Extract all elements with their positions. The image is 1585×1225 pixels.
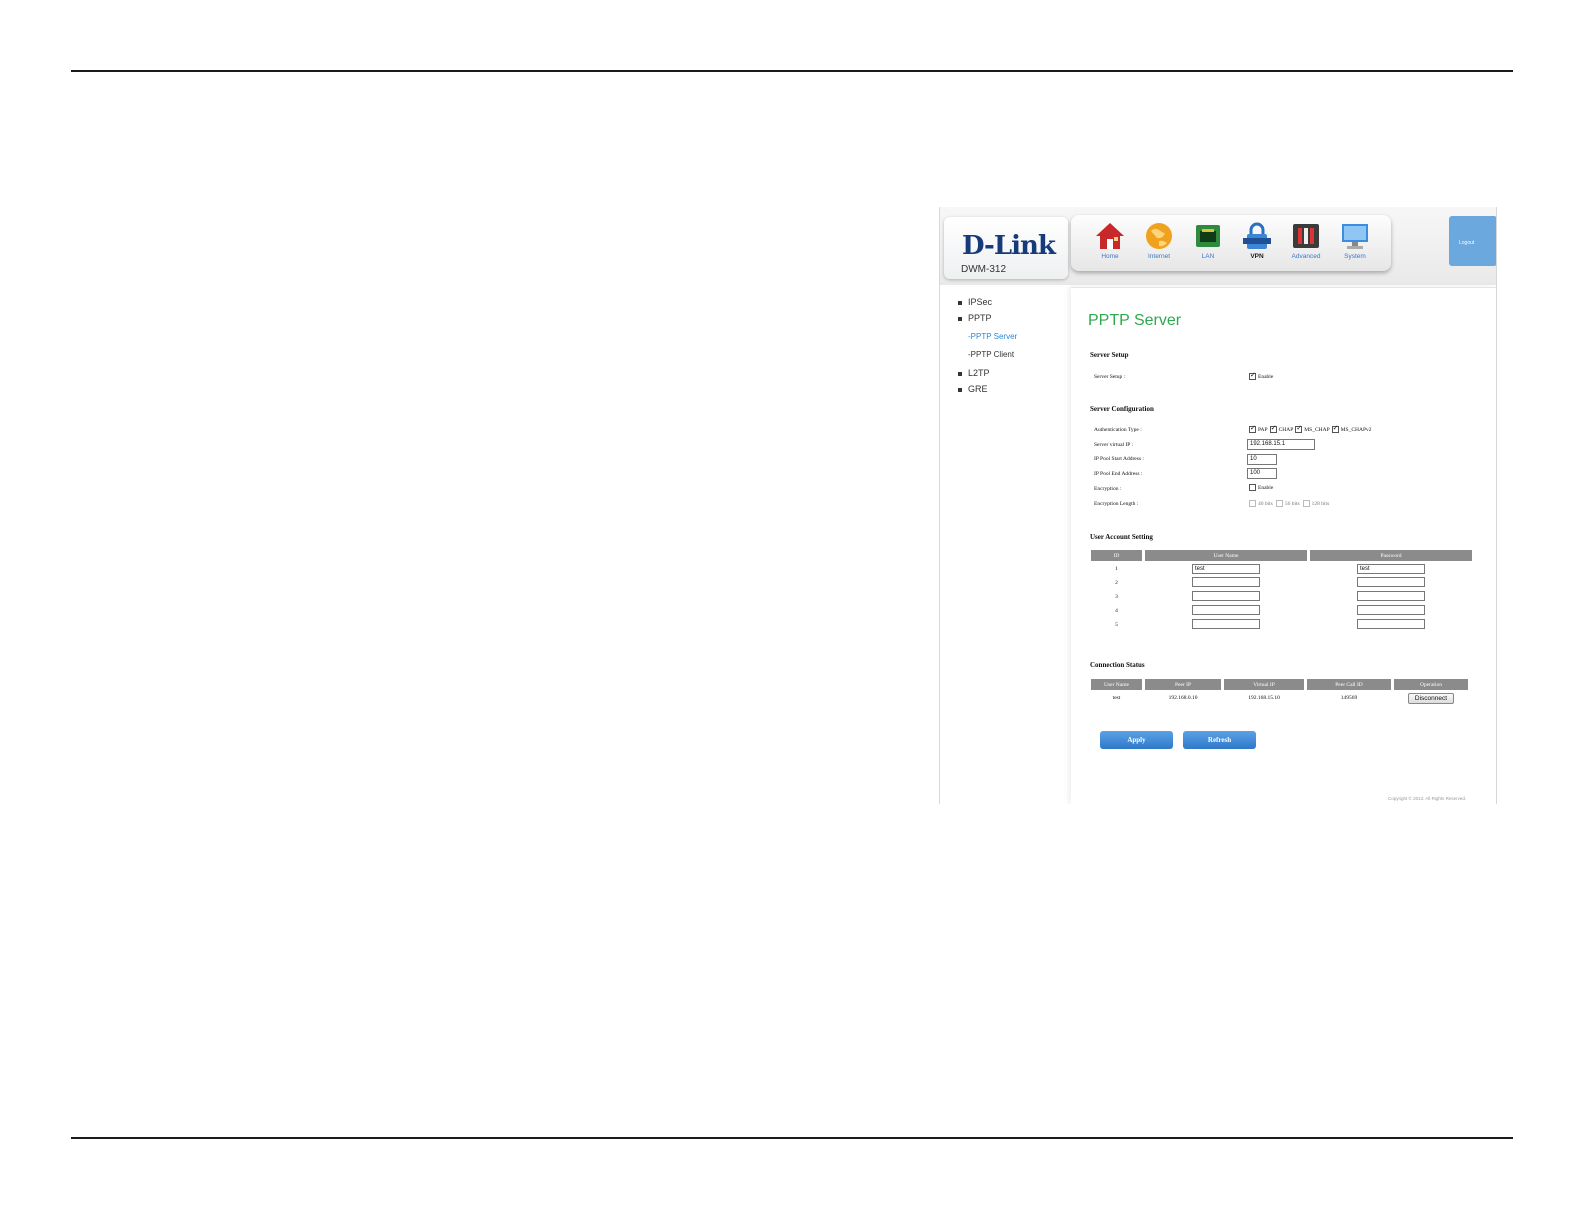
- server-setup-label: Server Setup :: [1094, 374, 1126, 380]
- ethernet-port-icon: [1192, 221, 1224, 251]
- user-name-input[interactable]: [1192, 577, 1260, 587]
- nav-vpn[interactable]: VPN: [1233, 221, 1281, 267]
- password-input[interactable]: [1357, 591, 1425, 601]
- monitor-icon: [1339, 221, 1371, 251]
- table-row: 5: [1091, 619, 1472, 631]
- user-name-input[interactable]: [1192, 619, 1260, 629]
- top-rule: [71, 70, 1513, 72]
- nav-advanced[interactable]: Advanced: [1282, 221, 1330, 267]
- enc-length-options: 40 bits 56 bits 128 bits: [1249, 500, 1329, 507]
- password-input[interactable]: [1357, 619, 1425, 629]
- nav-home[interactable]: Home: [1086, 221, 1134, 267]
- col-status-user: User Name: [1091, 679, 1142, 690]
- sidebar-item-pptp-client[interactable]: -PPTP Client: [968, 350, 1014, 359]
- encryption-checkbox[interactable]: [1249, 484, 1256, 491]
- col-id: ID: [1091, 550, 1142, 561]
- 40bit-checkbox[interactable]: [1249, 500, 1256, 507]
- table-row: test 192.168.0.10 192.168.15.10 149569 D…: [1091, 692, 1468, 704]
- enc-length-label: Encryption Length :: [1094, 501, 1139, 507]
- col-peer-call-id: Peer Call ID: [1307, 679, 1391, 690]
- sidebar-item-ipsec[interactable]: IPSec: [958, 297, 992, 307]
- encryption-enable: Enable: [1249, 484, 1273, 491]
- section-user-accounts: User Account Setting: [1090, 533, 1153, 541]
- sidebar-item-l2tp[interactable]: L2TP: [958, 368, 990, 378]
- col-user-name: User Name: [1145, 550, 1307, 561]
- copyright: Copyright © 2013. All Rights Reserved.: [1388, 796, 1467, 801]
- nav-internet[interactable]: Internet: [1135, 221, 1183, 267]
- disconnect-button[interactable]: Disconnect: [1407, 692, 1455, 704]
- col-operation: Operation: [1394, 679, 1468, 690]
- user-name-input[interactable]: [1192, 591, 1260, 601]
- refresh-button[interactable]: Refresh: [1183, 731, 1256, 749]
- nav-lan[interactable]: LAN: [1184, 221, 1232, 267]
- table-row: 2: [1091, 577, 1472, 589]
- connection-status-table: User Name Peer IP Virtual IP Peer Call I…: [1088, 677, 1471, 706]
- virtual-ip-label: Server virtual IP :: [1094, 442, 1134, 448]
- dlink-logo: D-Link: [962, 231, 1056, 261]
- table-row: 3: [1091, 591, 1472, 603]
- server-virtual-ip-input[interactable]: 192.168.15.1: [1247, 439, 1315, 450]
- sidebar-item-pptp[interactable]: PPTP: [958, 313, 992, 323]
- nav-system[interactable]: System: [1331, 221, 1379, 267]
- bullet-icon: [958, 371, 962, 376]
- globe-icon: [1143, 221, 1175, 251]
- logo-panel: D-Link DWM-312: [944, 217, 1068, 279]
- table-row: 4: [1091, 605, 1472, 617]
- section-server-config: Server Configuration: [1090, 405, 1154, 413]
- sidebar-item-gre[interactable]: GRE: [958, 384, 988, 394]
- apply-button[interactable]: Apply: [1100, 731, 1173, 749]
- section-server-setup: Server Setup: [1090, 351, 1129, 359]
- col-peer-ip: Peer IP: [1145, 679, 1221, 690]
- bullet-icon: [958, 316, 962, 321]
- router-ui-screenshot: D-Link DWM-312 Home Internet LAN VPN Adv…: [939, 207, 1497, 804]
- bullet-icon: [958, 300, 962, 305]
- padlock-icon: [1241, 221, 1273, 251]
- password-input[interactable]: test: [1357, 564, 1425, 574]
- house-icon: [1094, 221, 1126, 251]
- table-row: 1 test test: [1091, 563, 1472, 575]
- ms-chapv2-checkbox[interactable]: [1331, 424, 1339, 433]
- sidebar-item-pptp-server[interactable]: -PPTP Server: [968, 332, 1017, 341]
- logout-button[interactable]: Logout: [1449, 216, 1496, 266]
- model-name: DWM-312: [961, 264, 1007, 275]
- col-password: Password: [1310, 550, 1472, 561]
- tools-icon: [1290, 221, 1322, 251]
- page-title: PPTP Server: [1088, 312, 1182, 329]
- chap-checkbox[interactable]: [1269, 424, 1277, 433]
- pap-checkbox[interactable]: [1249, 424, 1256, 433]
- pool-end-input[interactable]: 100: [1247, 468, 1277, 479]
- server-setup-enable: Enable: [1249, 371, 1273, 380]
- top-nav: Home Internet LAN VPN Advanced System: [1071, 215, 1391, 271]
- bottom-rule: [71, 1137, 1513, 1139]
- pool-start-input[interactable]: 10: [1247, 454, 1277, 465]
- ms-chap-checkbox[interactable]: [1295, 424, 1303, 433]
- content-panel: PPTP Server Server Setup Server Setup : …: [1071, 287, 1496, 804]
- pool-end-label: IP Pool End Address :: [1094, 471, 1143, 477]
- auth-type-options: PAP CHAP MS_CHAP MS_CHAPv2: [1249, 424, 1372, 433]
- user-account-table: ID User Name Password 1 test test 2 3 4 …: [1088, 548, 1475, 633]
- pool-start-label: IP Pool Start Address :: [1094, 456, 1144, 462]
- encryption-label: Encryption :: [1094, 486, 1122, 492]
- 56bit-checkbox[interactable]: [1275, 500, 1283, 507]
- 128bit-checkbox[interactable]: [1302, 500, 1310, 507]
- server-enable-checkbox[interactable]: [1249, 371, 1256, 380]
- col-virtual-ip: Virtual IP: [1224, 679, 1304, 690]
- user-name-input[interactable]: [1192, 605, 1260, 615]
- password-input[interactable]: [1357, 577, 1425, 587]
- bullet-icon: [958, 387, 962, 392]
- section-connection-status: Connection Status: [1090, 661, 1145, 669]
- user-name-input[interactable]: test: [1192, 564, 1260, 574]
- auth-type-label: Authentication Type :: [1094, 427, 1142, 433]
- password-input[interactable]: [1357, 605, 1425, 615]
